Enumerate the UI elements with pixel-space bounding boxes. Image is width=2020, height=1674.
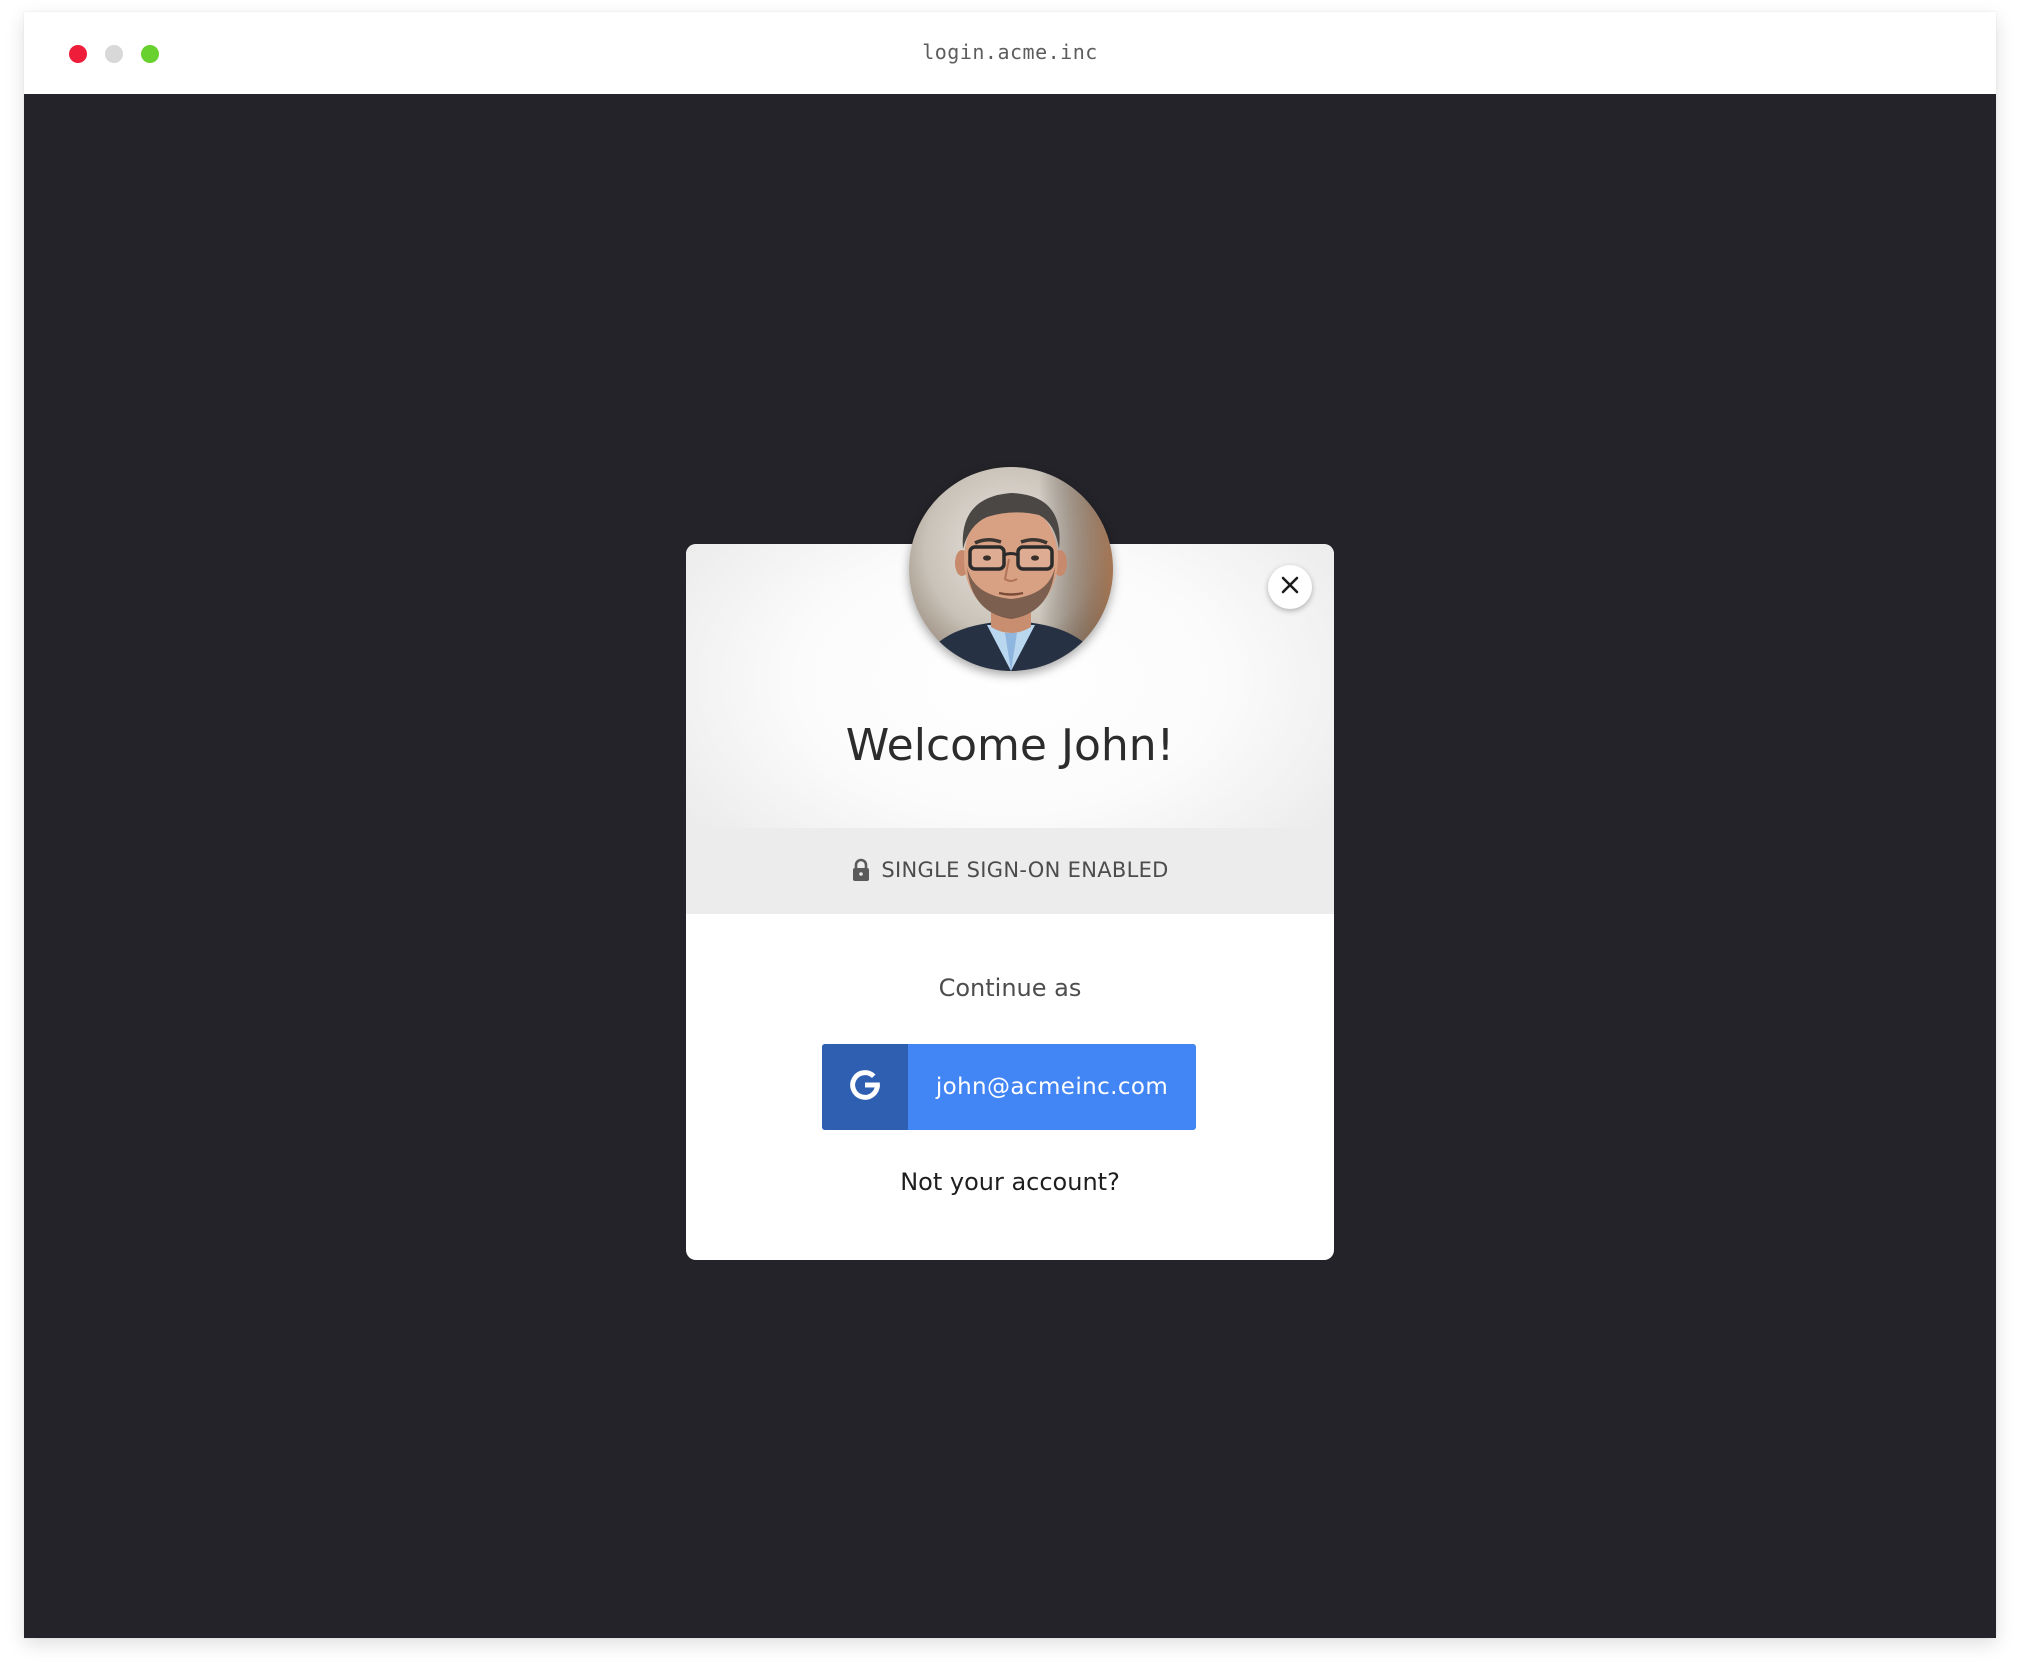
sso-label: SINGLE SIGN-ON ENABLED (881, 858, 1169, 882)
close-icon (1279, 574, 1301, 600)
continue-as-label: Continue as (938, 974, 1082, 1002)
address-url: login.acme.inc (922, 40, 1098, 64)
google-g-icon (846, 1066, 884, 1108)
sso-banner: SINGLE SIGN-ON ENABLED (686, 828, 1334, 914)
welcome-heading: Welcome John! (845, 720, 1175, 771)
title-bar: login.acme.inc (24, 12, 1996, 94)
google-account-email: john@acmeinc.com (935, 1074, 1169, 1100)
google-continue-button[interactable]: john@acmeinc.com (822, 1044, 1196, 1130)
close-modal-button[interactable] (1268, 565, 1312, 609)
google-icon-box (822, 1044, 908, 1130)
user-avatar (909, 467, 1113, 671)
not-your-account-link[interactable]: Not your account? (686, 1168, 1334, 1196)
lock-icon (851, 858, 871, 882)
